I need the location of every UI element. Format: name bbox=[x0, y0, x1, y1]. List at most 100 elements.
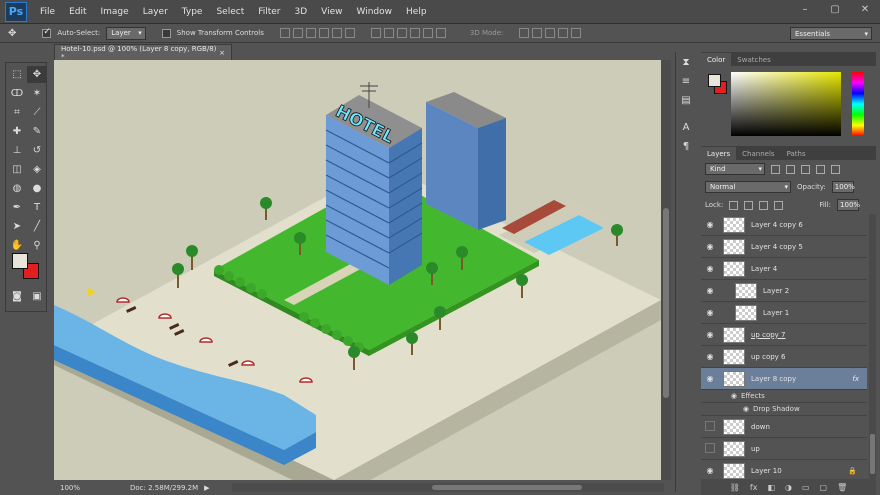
tab-color[interactable]: Color bbox=[701, 53, 732, 66]
document-tab[interactable]: Hotel-10.psd @ 100% (Layer 8 copy, RGB/8… bbox=[54, 44, 232, 61]
properties-panel-icon[interactable]: ▤ bbox=[676, 92, 696, 109]
close-window-button[interactable]: ✕ bbox=[850, 0, 880, 18]
layers-scrollbar[interactable] bbox=[869, 214, 876, 482]
brush-tool-icon[interactable]: ✎ bbox=[27, 123, 47, 140]
distribute-bottom-icon[interactable] bbox=[396, 28, 407, 38]
filter-shape-icon[interactable] bbox=[816, 164, 825, 174]
zoom-tool-icon[interactable]: ⚲ bbox=[27, 237, 47, 254]
crop-tool-icon[interactable]: ⌗ bbox=[7, 104, 27, 121]
layer-effects-badge[interactable]: fx bbox=[852, 375, 859, 383]
distribute-vcenter-icon[interactable] bbox=[383, 28, 394, 38]
close-document-icon[interactable]: × bbox=[219, 49, 225, 57]
eyedropper-icon[interactable]: ⟋ bbox=[27, 104, 47, 121]
transform-controls-checkbox[interactable] bbox=[161, 28, 171, 38]
move-tool-icon[interactable]: ✥ bbox=[8, 28, 16, 39]
eye-hidden-icon[interactable] bbox=[701, 443, 719, 455]
hand-tool-icon[interactable]: ✋ bbox=[7, 237, 27, 254]
layer-row[interactable]: down bbox=[701, 416, 867, 438]
menu-image[interactable]: Image bbox=[94, 7, 136, 17]
path-select-icon[interactable]: ➤ bbox=[7, 218, 27, 235]
type-tool-icon[interactable]: T bbox=[27, 199, 47, 216]
menu-view[interactable]: View bbox=[314, 7, 349, 17]
3d-rotate-icon[interactable] bbox=[519, 28, 530, 38]
adjustments-panel-icon[interactable]: ≡ bbox=[676, 73, 696, 90]
menu-type[interactable]: Type bbox=[175, 7, 210, 17]
align-vcenter-icon[interactable] bbox=[292, 28, 303, 38]
drop-shadow-eye-icon[interactable]: ◉ bbox=[701, 405, 749, 413]
layer-row[interactable]: ◉ up copy 6 bbox=[701, 346, 867, 368]
eye-icon[interactable]: ◉ bbox=[701, 286, 719, 295]
layer-row[interactable]: ◉ Layer 4 copy 5 bbox=[701, 236, 867, 258]
marquee-tool-icon[interactable]: ⬚ bbox=[7, 66, 27, 83]
blur-tool-icon[interactable]: ◍ bbox=[7, 180, 27, 197]
delete-layer-icon[interactable]: 🗑 bbox=[837, 483, 847, 492]
blend-mode-dropdown[interactable]: Normal bbox=[705, 181, 791, 193]
new-layer-icon[interactable]: ▢ bbox=[820, 483, 828, 492]
layer-row[interactable]: ◉ Layer 4 bbox=[701, 258, 867, 280]
align-bottom-icon[interactable] bbox=[305, 28, 316, 38]
color-field[interactable] bbox=[731, 72, 841, 136]
menu-filter[interactable]: Filter bbox=[251, 7, 287, 17]
history-brush-icon[interactable]: ↺ bbox=[27, 142, 47, 159]
eraser-tool-icon[interactable]: ◫ bbox=[7, 161, 27, 178]
lock-all-icon[interactable] bbox=[774, 200, 784, 210]
eye-icon[interactable]: ◉ bbox=[701, 466, 719, 475]
effects-row[interactable]: ◉ Effects bbox=[701, 390, 867, 403]
quick-mask-icon[interactable]: ◙ bbox=[7, 288, 27, 305]
filter-type-icon[interactable] bbox=[801, 164, 810, 174]
align-right-icon[interactable] bbox=[344, 28, 355, 38]
distribute-hcenter-icon[interactable] bbox=[422, 28, 433, 38]
layer-row[interactable]: up bbox=[701, 438, 867, 460]
menu-layer[interactable]: Layer bbox=[136, 7, 175, 17]
document-canvas[interactable]: HOTEL bbox=[54, 60, 661, 480]
menu-3d[interactable]: 3D bbox=[288, 7, 315, 17]
lock-position-icon[interactable] bbox=[759, 200, 769, 210]
foreground-color-swatch[interactable] bbox=[12, 253, 28, 269]
new-group-icon[interactable]: ▭ bbox=[802, 483, 810, 492]
eye-icon[interactable]: ◉ bbox=[701, 264, 719, 273]
3d-scale-icon[interactable] bbox=[571, 28, 582, 38]
tab-channels[interactable]: Channels bbox=[736, 147, 780, 160]
align-hcenter-icon[interactable] bbox=[331, 28, 342, 38]
lock-transparent-icon[interactable] bbox=[729, 200, 739, 210]
panel-foreground-swatch[interactable] bbox=[708, 74, 721, 87]
tab-paths[interactable]: Paths bbox=[781, 147, 812, 160]
add-style-icon[interactable]: fx bbox=[750, 483, 758, 492]
align-left-icon[interactable] bbox=[318, 28, 329, 38]
character-panel-icon[interactable]: A bbox=[676, 119, 696, 136]
3d-slide-icon[interactable] bbox=[558, 28, 569, 38]
line-tool-icon[interactable]: ╱ bbox=[27, 218, 47, 235]
maximize-button[interactable]: ▢ bbox=[820, 0, 850, 18]
hue-slider[interactable] bbox=[852, 72, 864, 136]
lock-image-icon[interactable] bbox=[744, 200, 754, 210]
filter-adjustment-icon[interactable] bbox=[786, 164, 795, 174]
effects-eye-icon[interactable]: ◉ bbox=[701, 392, 737, 400]
layer-row[interactable]: ◉ up copy 7 bbox=[701, 324, 867, 346]
fill-input[interactable]: 100% bbox=[837, 199, 860, 211]
dodge-tool-icon[interactable]: ● bbox=[27, 180, 47, 197]
menu-edit[interactable]: Edit bbox=[62, 7, 93, 17]
canvas-vertical-scrollbar[interactable] bbox=[661, 60, 671, 480]
auto-select-dropdown[interactable]: Layer bbox=[106, 26, 146, 40]
align-top-icon[interactable] bbox=[279, 28, 290, 38]
lasso-tool-icon[interactable]: ↀ bbox=[7, 85, 27, 102]
history-panel-icon[interactable]: ⧗ bbox=[676, 54, 696, 71]
tab-layers[interactable]: Layers bbox=[701, 147, 737, 160]
layer-row[interactable]: ◉ Layer 4 copy 6 bbox=[701, 214, 867, 236]
menu-help[interactable]: Help bbox=[399, 7, 434, 17]
screen-mode-icon[interactable]: ▣ bbox=[27, 288, 47, 305]
paint-bucket-icon[interactable]: ◈ bbox=[27, 161, 47, 178]
drop-shadow-row[interactable]: ◉ Drop Shadow bbox=[701, 403, 867, 416]
filter-smart-object-icon[interactable] bbox=[831, 164, 840, 174]
magic-wand-icon[interactable]: ✶ bbox=[27, 85, 47, 102]
3d-pan-icon[interactable] bbox=[545, 28, 556, 38]
distribute-top-icon[interactable] bbox=[370, 28, 381, 38]
eye-icon[interactable]: ◉ bbox=[701, 352, 719, 361]
layer-row[interactable]: ◉ Layer 1 bbox=[701, 302, 867, 324]
eye-icon[interactable]: ◉ bbox=[701, 374, 719, 383]
menu-window[interactable]: Window bbox=[350, 7, 400, 17]
move-tool-icon[interactable]: ✥ bbox=[27, 66, 47, 83]
menu-select[interactable]: Select bbox=[209, 7, 251, 17]
workspace-dropdown[interactable]: Essentials bbox=[790, 27, 872, 40]
tab-swatches[interactable]: Swatches bbox=[731, 53, 776, 66]
